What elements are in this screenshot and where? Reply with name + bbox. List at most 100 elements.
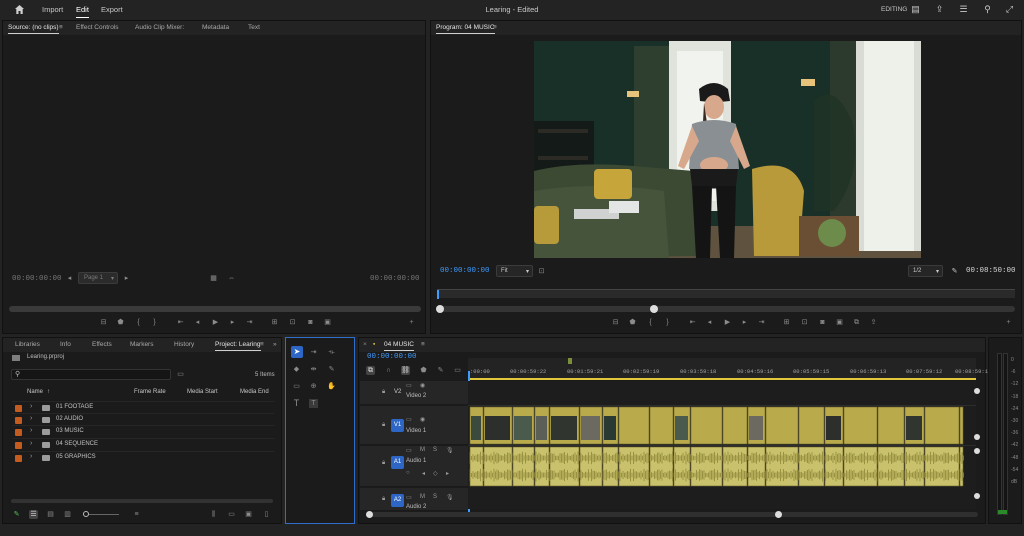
hand-tool-icon[interactable]: ✋ [327, 382, 336, 391]
solo-button[interactable]: S [433, 447, 437, 453]
v-scroll-handle[interactable] [974, 434, 980, 440]
next-keyframe-icon[interactable]: ▸ [446, 470, 449, 477]
linked-selection-icon[interactable]: ⛓ [401, 366, 410, 375]
icon-view-icon[interactable]: ▤ [46, 510, 55, 519]
audio-clip[interactable] [722, 446, 748, 487]
audio-clip[interactable] [469, 446, 484, 487]
sort-icon[interactable]: ≡ [132, 510, 141, 519]
automate-icon[interactable]: ⫼ [209, 510, 218, 519]
compare-icon[interactable]: ▣ [835, 318, 844, 327]
quick-export-icon[interactable]: ☰ [958, 4, 969, 15]
tab-sequence[interactable]: 04 MUSIC [384, 341, 414, 351]
timeline-v-scroll[interactable] [974, 386, 980, 511]
search-icon[interactable]: ⚲ [982, 4, 993, 15]
label-swatch[interactable] [15, 405, 22, 412]
video-clip[interactable] [877, 406, 905, 445]
video-clip[interactable] [959, 406, 964, 445]
mark-out-icon[interactable]: } [663, 318, 672, 327]
audio-clip[interactable] [579, 446, 603, 487]
video-clip[interactable] [649, 406, 674, 445]
track-select-tool-icon[interactable]: ⇥ [309, 348, 318, 357]
snap-icon[interactable]: ∩ [384, 366, 393, 375]
audio-clip[interactable] [924, 446, 960, 487]
label-swatch[interactable] [15, 442, 22, 449]
work-area-bar[interactable] [468, 378, 976, 380]
lift-icon[interactable]: ⊞ [782, 318, 791, 327]
go-to-in-icon[interactable]: ⇤ [176, 318, 185, 327]
audio-clip[interactable] [904, 446, 925, 487]
track-label-v2[interactable]: V2 [394, 389, 401, 395]
list-view-icon[interactable]: ☰ [29, 510, 38, 519]
tab-markers[interactable]: Markers [130, 341, 153, 348]
play-icon[interactable]: ▶ [723, 318, 732, 327]
audio-clip[interactable] [959, 446, 964, 487]
panel-menu-icon[interactable]: ≡ [59, 24, 63, 31]
track-target-a2[interactable]: A2 [391, 494, 404, 507]
go-to-out-icon[interactable]: ⇥ [245, 318, 254, 327]
video-clip[interactable] [843, 406, 878, 445]
microphone-icon[interactable]: 🎙︎ [446, 447, 454, 454]
sync-lock-icon[interactable]: ▭ [406, 382, 412, 389]
freeform-view-icon[interactable]: ▥ [63, 510, 72, 519]
tab-text[interactable]: Text [248, 24, 260, 31]
audio-clip[interactable] [618, 446, 650, 487]
audio-clip[interactable] [673, 446, 691, 487]
grid-icon[interactable]: ▦ [209, 274, 218, 283]
audio-clip[interactable] [798, 446, 825, 487]
step-back-icon[interactable]: ◂ [705, 318, 714, 327]
tab-effect-controls[interactable]: Effect Controls [76, 24, 119, 31]
project-search-input[interactable]: ⚲ [11, 369, 171, 380]
pen-tool-icon[interactable]: ✎ [327, 365, 336, 374]
solo-button[interactable]: S [433, 494, 437, 500]
audio-clip[interactable] [512, 446, 535, 487]
video-clip[interactable] [722, 406, 748, 445]
audio-clip[interactable] [843, 446, 878, 487]
tab-audio-clip-mixer[interactable]: Audio Clip Mixer: [135, 24, 184, 31]
new-bin-icon[interactable]: ▭ [176, 370, 185, 379]
ripple-edit-tool-icon[interactable]: ⟛ [327, 348, 336, 357]
timeline-timecode[interactable]: 00:00:00:00 [367, 353, 417, 361]
workspace-layout-icon[interactable]: ▤ [910, 4, 921, 15]
v-scroll-handle[interactable] [974, 388, 980, 394]
panel-menu-icon[interactable]: ≡ [421, 341, 425, 348]
pencil-icon[interactable]: ✎ [12, 510, 21, 519]
prev-keyframe-icon[interactable]: ◂ [422, 470, 425, 477]
list-item[interactable]: › 05 GRAPHICS [12, 451, 274, 463]
add-keyframe-icon[interactable]: ◇ [433, 470, 438, 477]
eye-icon[interactable]: ◉ [420, 416, 425, 423]
insert-icon[interactable]: ⊟ [99, 318, 108, 327]
video-clip[interactable] [765, 406, 799, 445]
tab-project[interactable]: Project: Learing [215, 341, 261, 351]
camera-icon[interactable]: ◙ [818, 318, 827, 327]
track-target-v1[interactable]: V1 [391, 419, 404, 432]
find-icon[interactable]: ▭ [227, 510, 236, 519]
workspace-label[interactable]: EDITING [881, 6, 907, 13]
program-time-ruler[interactable] [437, 289, 1015, 299]
microphone-icon[interactable]: 🎙︎ [446, 494, 454, 501]
tab-effects[interactable]: Effects [92, 341, 112, 348]
program-video-frame[interactable] [534, 41, 921, 258]
timeline-h-scroll[interactable] [366, 511, 978, 518]
chevron-right-icon[interactable]: › [30, 403, 32, 410]
chevron-right-icon[interactable]: › [30, 453, 32, 460]
video-clip[interactable] [798, 406, 825, 445]
timeline-marker[interactable] [568, 358, 572, 364]
list-item[interactable]: › 01 FOOTAGE [12, 401, 274, 413]
marker-icon[interactable]: ⬟ [116, 318, 125, 327]
zoom-slider-handle[interactable] [83, 511, 89, 517]
sort-ascending-icon[interactable]: ↑ [47, 389, 50, 395]
sync-lock-icon[interactable]: ▭ [406, 494, 412, 501]
zoom-tool-icon[interactable]: ⊕ [309, 382, 318, 391]
selection-tool-icon[interactable]: ➤ [291, 346, 303, 358]
audio-clip[interactable] [534, 446, 550, 487]
step-forward-icon[interactable]: ▸ [228, 318, 237, 327]
program-timecode[interactable]: 00:00:00:00 [440, 267, 490, 275]
audio-clip[interactable] [602, 446, 619, 487]
v-scroll-handle[interactable] [974, 448, 980, 454]
chevron-right-icon[interactable]: › [30, 427, 32, 434]
panel-menu-icon[interactable]: ≡ [493, 24, 497, 31]
h-scroll-handle-right[interactable] [775, 511, 782, 518]
camera-icon[interactable]: ◙ [306, 318, 315, 327]
lock-icon[interactable]: 🔒︎ [382, 496, 385, 503]
video-clip[interactable] [618, 406, 650, 445]
